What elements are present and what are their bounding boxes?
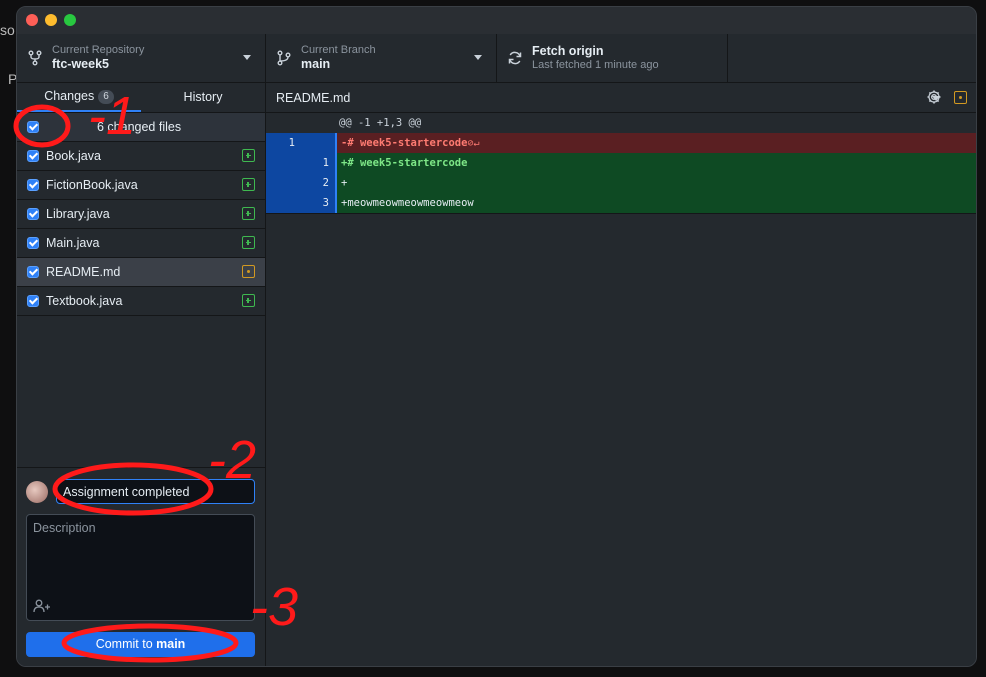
diff-line-added[interactable]: 2 + (266, 173, 976, 193)
file-added-icon (242, 178, 255, 191)
branch-icon (277, 50, 291, 66)
file-checkbox[interactable] (27, 237, 39, 249)
diff-line-text: -# week5-startercode⊘↵ (337, 133, 976, 153)
diff-line-added[interactable]: 1 +# week5-startercode (266, 153, 976, 173)
desktop-fragment: so (0, 22, 15, 38)
old-line-number (266, 153, 301, 173)
file-list-item[interactable]: FictionBook.java (17, 171, 265, 200)
changes-count-badge: 6 (98, 90, 114, 104)
tab-changes[interactable]: Changes 6 (17, 83, 141, 112)
diff-hunk-header: @@ -1 +1,3 @@ (266, 113, 976, 133)
file-added-icon (242, 236, 255, 249)
avatar (26, 481, 48, 503)
diff-panel: README.md @@ -1 +1,3 @@ 1 -# week5-start… (266, 83, 976, 666)
file-added-icon (242, 149, 255, 162)
diff-file-title: README.md (276, 91, 351, 105)
diff-line-text: +meowmeowmeowmeowmeow (337, 193, 976, 213)
file-checkbox[interactable] (27, 208, 39, 220)
new-line-number (301, 133, 335, 153)
file-modified-icon (954, 91, 967, 104)
hunk-header-text: @@ -1 +1,3 @@ (335, 113, 976, 133)
new-line-number: 1 (301, 153, 335, 173)
chevron-down-icon (243, 55, 251, 60)
repository-name: ftc-week5 (52, 57, 109, 71)
title-bar (17, 7, 976, 34)
commit-description-field[interactable]: Description (26, 514, 255, 621)
branch-name: main (301, 57, 331, 71)
sidebar: Changes 6 History 6 changed files Book.ja… (17, 83, 266, 666)
file-checkbox[interactable] (27, 179, 39, 191)
description-placeholder: Description (33, 521, 96, 535)
file-name: Book.java (46, 149, 101, 163)
tab-history-label: History (183, 90, 223, 104)
sidebar-tabs: Changes 6 History (17, 83, 265, 113)
fetch-label: Fetch origin (532, 44, 604, 58)
chevron-down-icon (932, 96, 940, 101)
sync-icon (508, 51, 522, 65)
repo-icon (28, 50, 42, 66)
commit-panel: Description Commit to main (17, 467, 265, 666)
current-branch-selector[interactable]: Current Branch main (266, 34, 497, 82)
chevron-down-icon (474, 55, 482, 60)
diff-line-added[interactable]: 3 +meowmeowmeowmeowmeow (266, 193, 976, 213)
diff-line-text: + (337, 173, 976, 193)
branch-label: Current Branch (301, 44, 376, 56)
no-newline-icon: ⊘↵ (467, 138, 480, 149)
file-name: FictionBook.java (46, 178, 138, 192)
file-name: Library.java (46, 207, 110, 221)
tab-changes-label: Changes (44, 89, 95, 103)
file-list-item[interactable]: Library.java (17, 200, 265, 229)
diff-line-content: -# week5-startercode (341, 137, 468, 149)
file-added-icon (242, 207, 255, 220)
select-all-row: 6 changed files (17, 113, 265, 142)
file-list-item[interactable]: Textbook.java (17, 287, 265, 316)
file-list-item-selected[interactable]: README.md (17, 258, 265, 287)
commit-button[interactable]: Commit to main (26, 632, 255, 657)
add-coauthor-icon[interactable] (33, 599, 51, 613)
new-line-number (301, 113, 335, 133)
fetch-origin-button[interactable]: Fetch origin Last fetched 1 minute ago (497, 34, 728, 82)
file-checkbox[interactable] (27, 295, 39, 307)
diff-line-deleted[interactable]: 1 -# week5-startercode⊘↵ (266, 133, 976, 153)
toolbar: Current Repository ftc-week5 Current Bra… (17, 34, 976, 83)
diff-view: @@ -1 +1,3 @@ 1 -# week5-startercode⊘↵ 1… (266, 113, 976, 214)
file-name: README.md (46, 265, 121, 279)
old-line-number (266, 173, 301, 193)
commit-button-prefix: Commit to (95, 637, 157, 651)
repository-label: Current Repository (52, 44, 145, 56)
minimize-window-button[interactable] (45, 14, 57, 26)
select-all-checkbox[interactable] (27, 121, 39, 133)
file-name: Main.java (46, 236, 100, 250)
new-line-number: 2 (301, 173, 335, 193)
current-repository-selector[interactable]: Current Repository ftc-week5 (17, 34, 266, 82)
old-line-number (266, 113, 301, 133)
commit-button-branch: main (156, 637, 186, 651)
app-window: Current Repository ftc-week5 Current Bra… (16, 6, 977, 667)
diff-file-header: README.md (266, 83, 976, 113)
changed-files-count: 6 changed files (97, 120, 182, 134)
old-line-number (266, 193, 301, 213)
close-window-button[interactable] (26, 14, 38, 26)
file-list-item[interactable]: Main.java (17, 229, 265, 258)
file-name: Textbook.java (46, 294, 123, 308)
file-list-item[interactable]: Book.java (17, 142, 265, 171)
file-checkbox[interactable] (27, 150, 39, 162)
last-fetched-text: Last fetched 1 minute ago (532, 59, 659, 71)
old-line-number: 1 (266, 133, 301, 153)
commit-summary-input[interactable] (56, 479, 255, 504)
diff-line-text: +# week5-startercode (337, 153, 976, 173)
file-added-icon (242, 294, 255, 307)
tab-history[interactable]: History (141, 83, 265, 112)
file-checkbox[interactable] (27, 266, 39, 278)
zoom-window-button[interactable] (64, 14, 76, 26)
file-modified-icon (242, 265, 255, 278)
new-line-number: 3 (301, 193, 335, 213)
